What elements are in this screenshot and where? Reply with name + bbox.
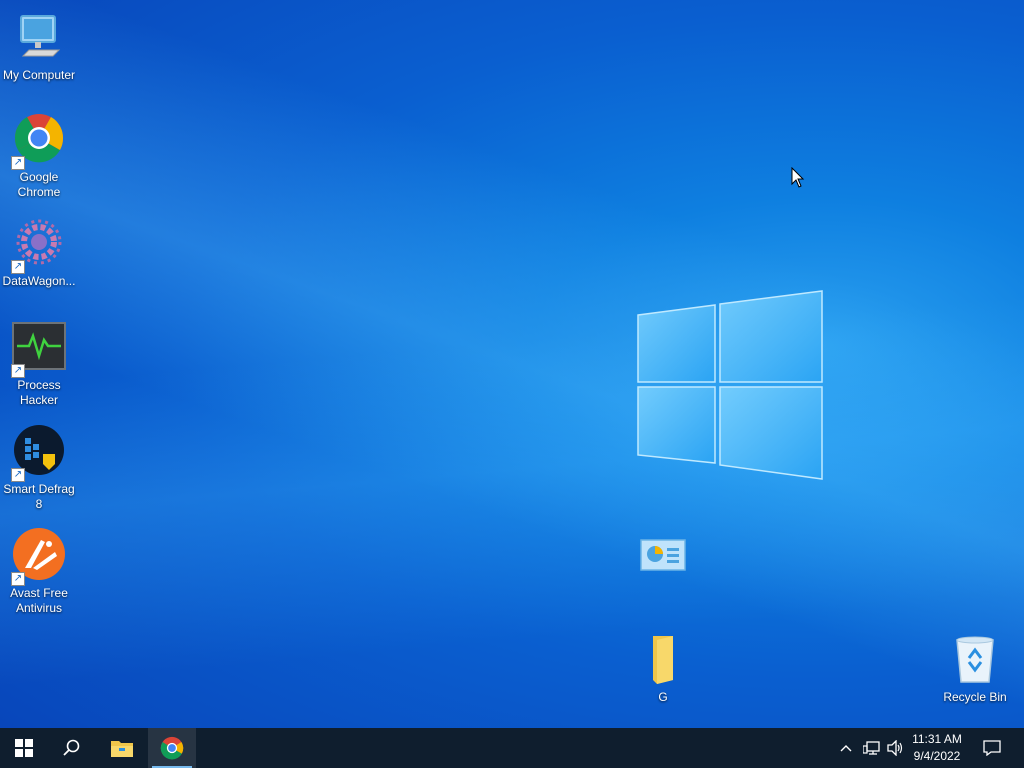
datawagon-icon: ↗ — [11, 216, 67, 274]
desktop-icon-google-chrome[interactable]: ↗ Google Chrome — [1, 112, 77, 200]
folder-icon — [635, 632, 691, 688]
desktop-icon-label: Avast Free Antivirus — [10, 586, 68, 615]
desktop-icon-label: G — [658, 690, 668, 704]
taskbar-file-explorer[interactable] — [98, 728, 146, 768]
wallpaper-beam — [0, 0, 1024, 768]
chrome-icon: ↗ — [11, 112, 67, 170]
desktop-icon-process-hacker[interactable]: ↗ Process Hacker — [1, 320, 77, 408]
wallpaper-beam — [0, 0, 1024, 768]
control-panel-icon — [635, 530, 691, 586]
recycle-bin-icon — [947, 632, 1003, 688]
shortcut-arrow-icon: ↗ — [11, 572, 25, 586]
computer-icon — [11, 10, 67, 66]
shortcut-arrow-icon: ↗ — [11, 468, 25, 482]
desktop-icon-my-computer[interactable]: My Computer — [1, 10, 77, 83]
file-explorer-icon — [111, 741, 133, 757]
taskbar-chrome[interactable] — [148, 728, 196, 768]
mouse-cursor-icon — [791, 167, 805, 188]
shortcut-arrow-icon: ↗ — [11, 156, 25, 170]
desktop-icon-control-panel[interactable] — [625, 530, 701, 588]
desktop-icon-avast[interactable]: ↗ Avast Free Antivirus — [1, 528, 77, 616]
shortcut-arrow-icon: ↗ — [11, 364, 25, 378]
desktop-icon-label: DataWagon... — [2, 274, 76, 288]
clock-date: 9/4/2022 — [913, 749, 961, 763]
desktop-icon-recycle-bin[interactable]: Recycle Bin — [937, 632, 1013, 705]
desktop-icon-folder-g[interactable]: G — [625, 632, 701, 705]
taskbar: 11:31 AM 9/4/2022 — [0, 728, 1024, 768]
desktop-icon-label: Recycle Bin — [943, 690, 1007, 704]
search-icon — [63, 739, 80, 756]
search-button[interactable] — [48, 728, 96, 768]
clock-time: 11:31 AM — [912, 732, 962, 746]
network-button[interactable] — [860, 728, 884, 768]
process-hacker-icon: ↗ — [11, 320, 67, 378]
network-icon — [863, 741, 880, 755]
chrome-icon — [160, 736, 184, 760]
desktop-icon-smart-defrag[interactable]: ↗ Smart Defrag 8 — [1, 424, 77, 512]
action-center-button[interactable] — [974, 728, 1010, 768]
notification-icon — [983, 740, 1001, 756]
chevron-up-icon — [840, 745, 852, 752]
desktop-icon-label: Google Chrome — [17, 170, 61, 199]
clock[interactable]: 11:31 AM 9/4/2022 — [902, 731, 972, 765]
start-icon — [15, 739, 33, 757]
start-button[interactable] — [0, 728, 48, 768]
windows-logo-wallpaper — [637, 290, 823, 480]
shortcut-arrow-icon: ↗ — [11, 260, 25, 274]
desktop-icon-label: Process Hacker — [17, 378, 61, 407]
desktop-icon-label: My Computer — [2, 68, 76, 82]
avast-icon: ↗ — [11, 528, 67, 586]
desktop-icon-datawagon[interactable]: ↗ DataWagon... — [1, 216, 77, 289]
show-hidden-icons-button[interactable] — [836, 728, 856, 768]
desktop-icon-label: Smart Defrag 8 — [3, 482, 75, 511]
smart-defrag-icon: ↗ — [11, 424, 67, 482]
